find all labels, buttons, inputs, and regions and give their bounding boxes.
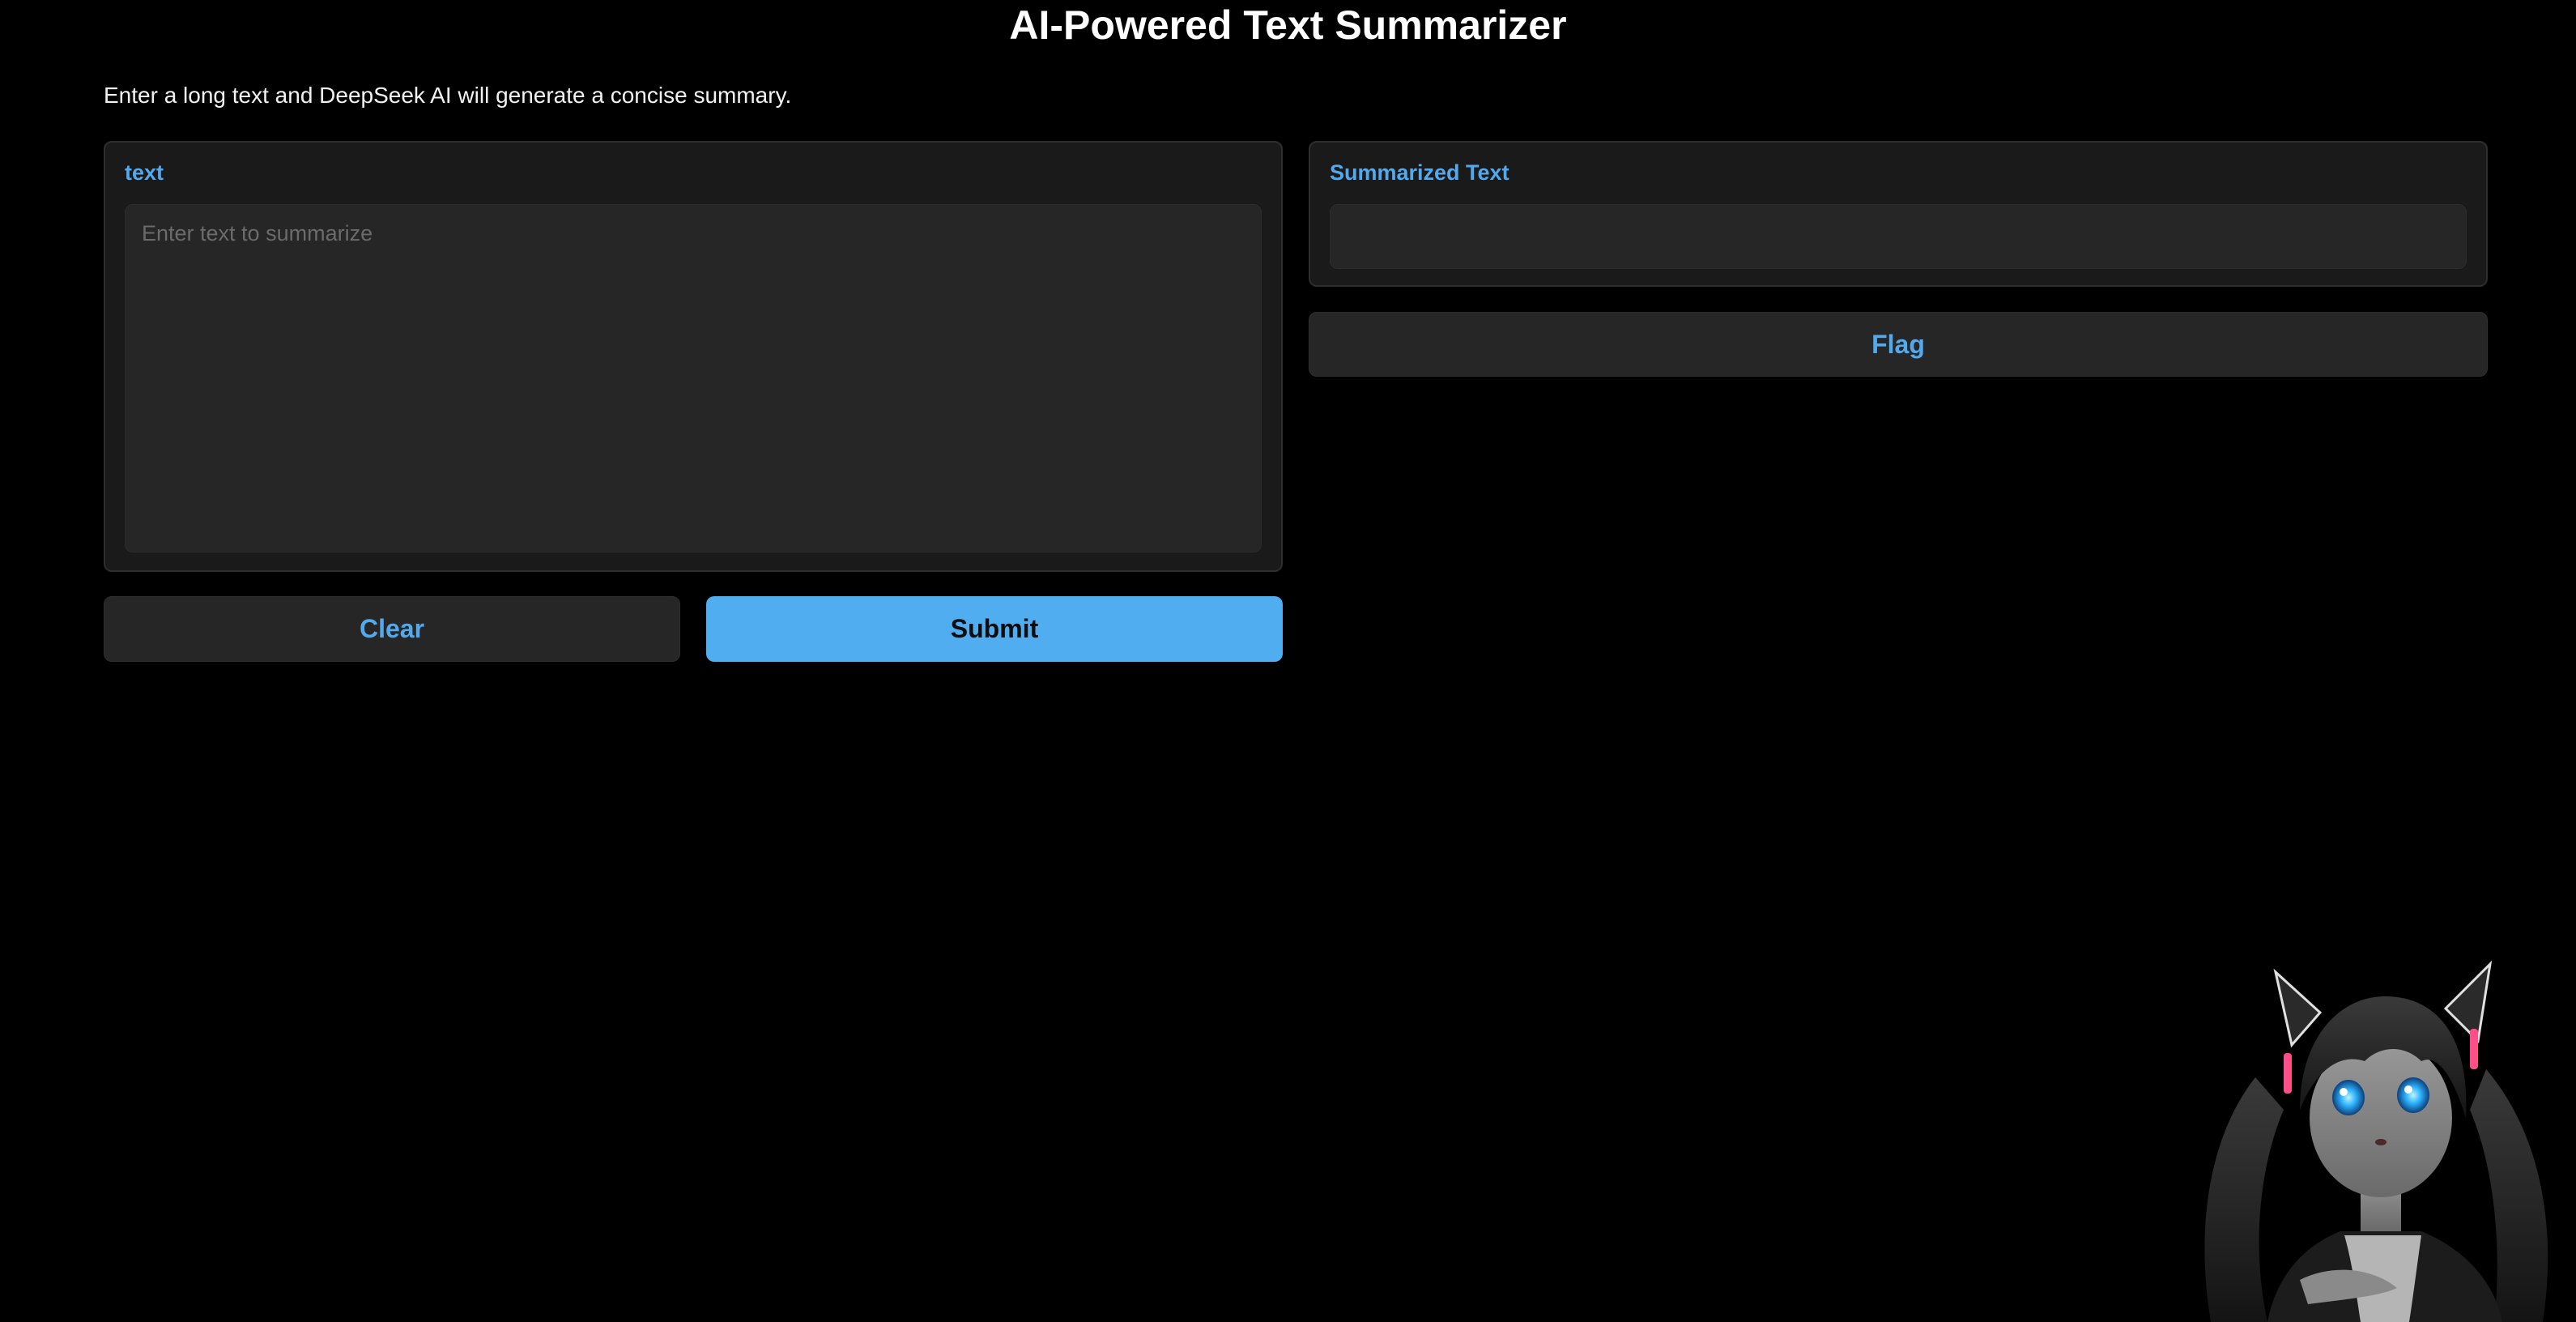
app-page: AI-Powered Text Summarizer Enter a long … bbox=[0, 0, 2576, 1322]
summary-output-label: Summarized Text bbox=[1330, 160, 1509, 185]
page-title: AI-Powered Text Summarizer bbox=[1009, 2, 1567, 48]
text-input-panel: text bbox=[104, 141, 1283, 572]
anime-mascot-image bbox=[2204, 960, 2548, 1322]
page-description: Enter a long text and DeepSeek AI will g… bbox=[104, 83, 792, 108]
submit-button[interactable]: Submit bbox=[706, 596, 1283, 662]
eye-left bbox=[2332, 1080, 2365, 1115]
flag-button[interactable]: Flag bbox=[1309, 312, 2488, 377]
hair-tail-left bbox=[2204, 1077, 2284, 1322]
eye-right bbox=[2397, 1077, 2429, 1113]
headphone-right-glow bbox=[2470, 1029, 2478, 1069]
cat-ear-right bbox=[2443, 960, 2493, 1044]
text-input-field[interactable] bbox=[125, 204, 1262, 552]
summary-output-field bbox=[1330, 204, 2467, 269]
cat-ear-left bbox=[2273, 968, 2323, 1048]
headphone-left-glow bbox=[2284, 1053, 2292, 1094]
text-input-label: text bbox=[125, 160, 164, 185]
clear-button[interactable]: Clear bbox=[104, 596, 680, 662]
summary-output-panel: Summarized Text bbox=[1309, 141, 2488, 287]
mouth bbox=[2375, 1139, 2387, 1145]
